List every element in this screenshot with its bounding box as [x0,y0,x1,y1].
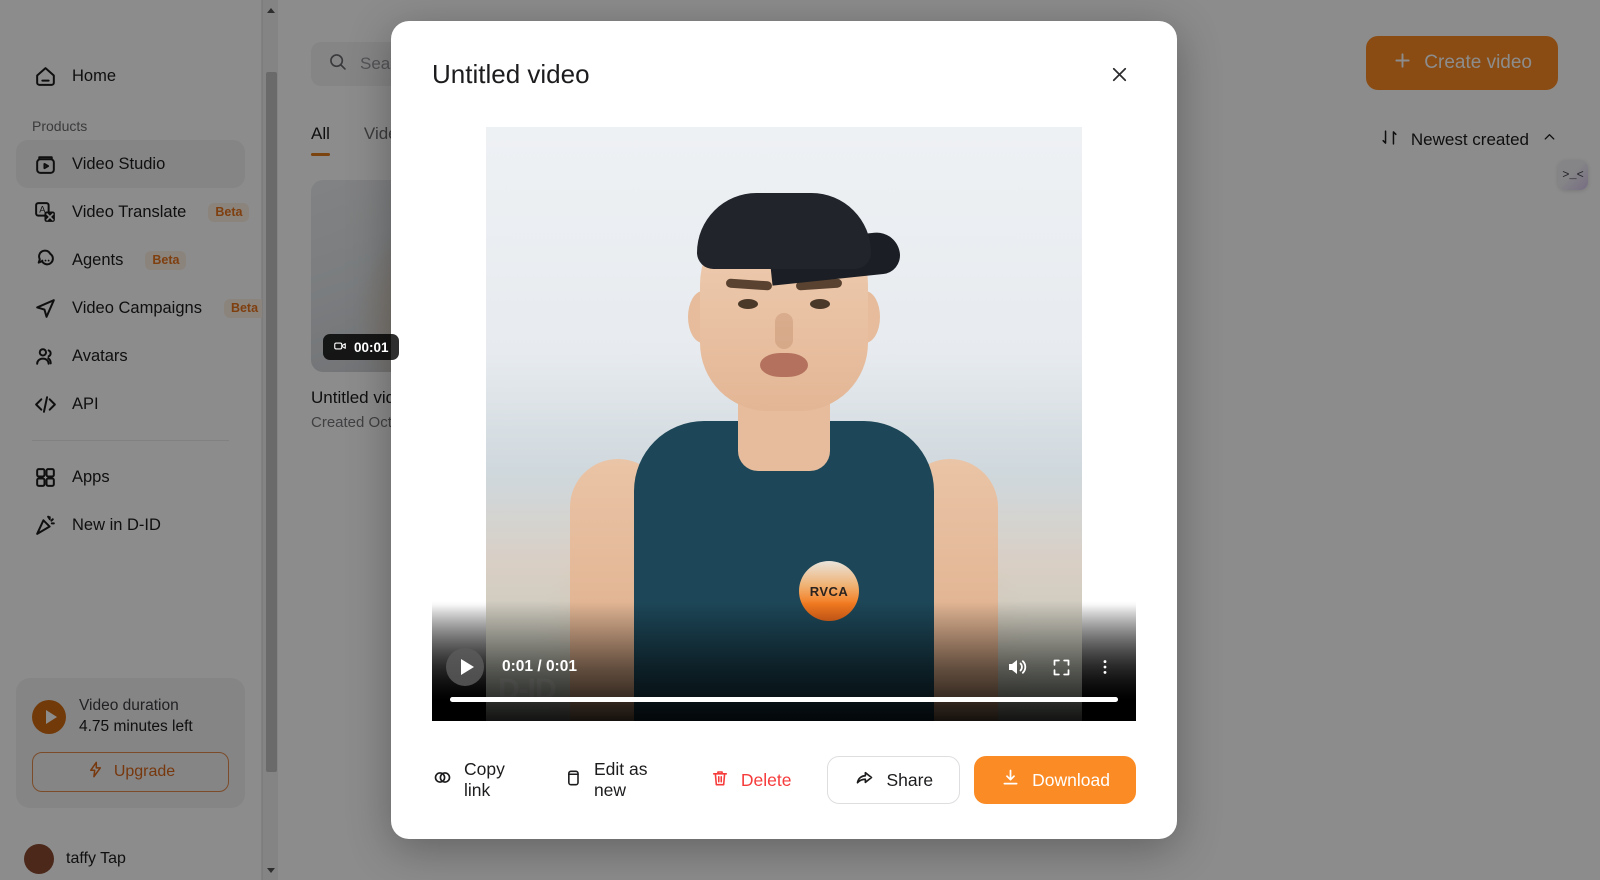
edit-as-new-button[interactable]: Edit as new [563,759,674,801]
duration-text: 00:01 [354,339,389,355]
mute-button[interactable] [1000,650,1034,684]
video-frame: RVCA [486,127,1082,721]
delete-label: Delete [740,769,792,790]
video-preview-modal: Untitled video RVCA D-ID 0:01 / 0:01 Cop… [391,21,1177,839]
shirt-logo: RVCA [799,561,859,621]
close-icon[interactable] [1102,57,1136,91]
video-player[interactable]: RVCA D-ID 0:01 / 0:01 [432,127,1136,721]
delete-button[interactable]: Delete [710,768,792,793]
play-button[interactable] [446,648,484,686]
video-controls: 0:01 / 0:01 [432,647,1136,687]
link-icon [432,767,453,793]
share-button[interactable]: Share [827,756,961,804]
edit-as-new-label: Edit as new [593,759,648,800]
video-letterbox-right [1082,127,1136,721]
share-icon [854,767,875,793]
copy-icon [563,768,583,793]
copy-link-button[interactable]: Copy link [432,759,527,801]
duration-badge: 00:01 [323,334,399,360]
modal-header: Untitled video [391,21,1177,127]
modal-footer: Copy link Edit as new Delete Share Downl… [391,721,1177,839]
trash-icon [710,768,730,793]
more-options-button[interactable] [1088,650,1122,684]
shirt-logo-text: RVCA [809,583,849,599]
camera-icon [333,339,347,356]
video-letterbox-left [432,127,486,721]
progress-bar[interactable] [450,697,1118,702]
download-label: Download [1032,769,1110,790]
video-subject: RVCA [486,127,1082,721]
download-button[interactable]: Download [974,756,1136,804]
progress-fill [450,697,1118,702]
fullscreen-button[interactable] [1044,650,1078,684]
share-label: Share [886,769,934,790]
copy-link-label: Copy link [464,759,505,800]
modal-title: Untitled video [432,58,590,89]
download-icon [1000,767,1021,793]
time-display: 0:01 / 0:01 [502,658,577,675]
app-root: Home Products Video Studio A Video Trans… [0,0,1600,880]
